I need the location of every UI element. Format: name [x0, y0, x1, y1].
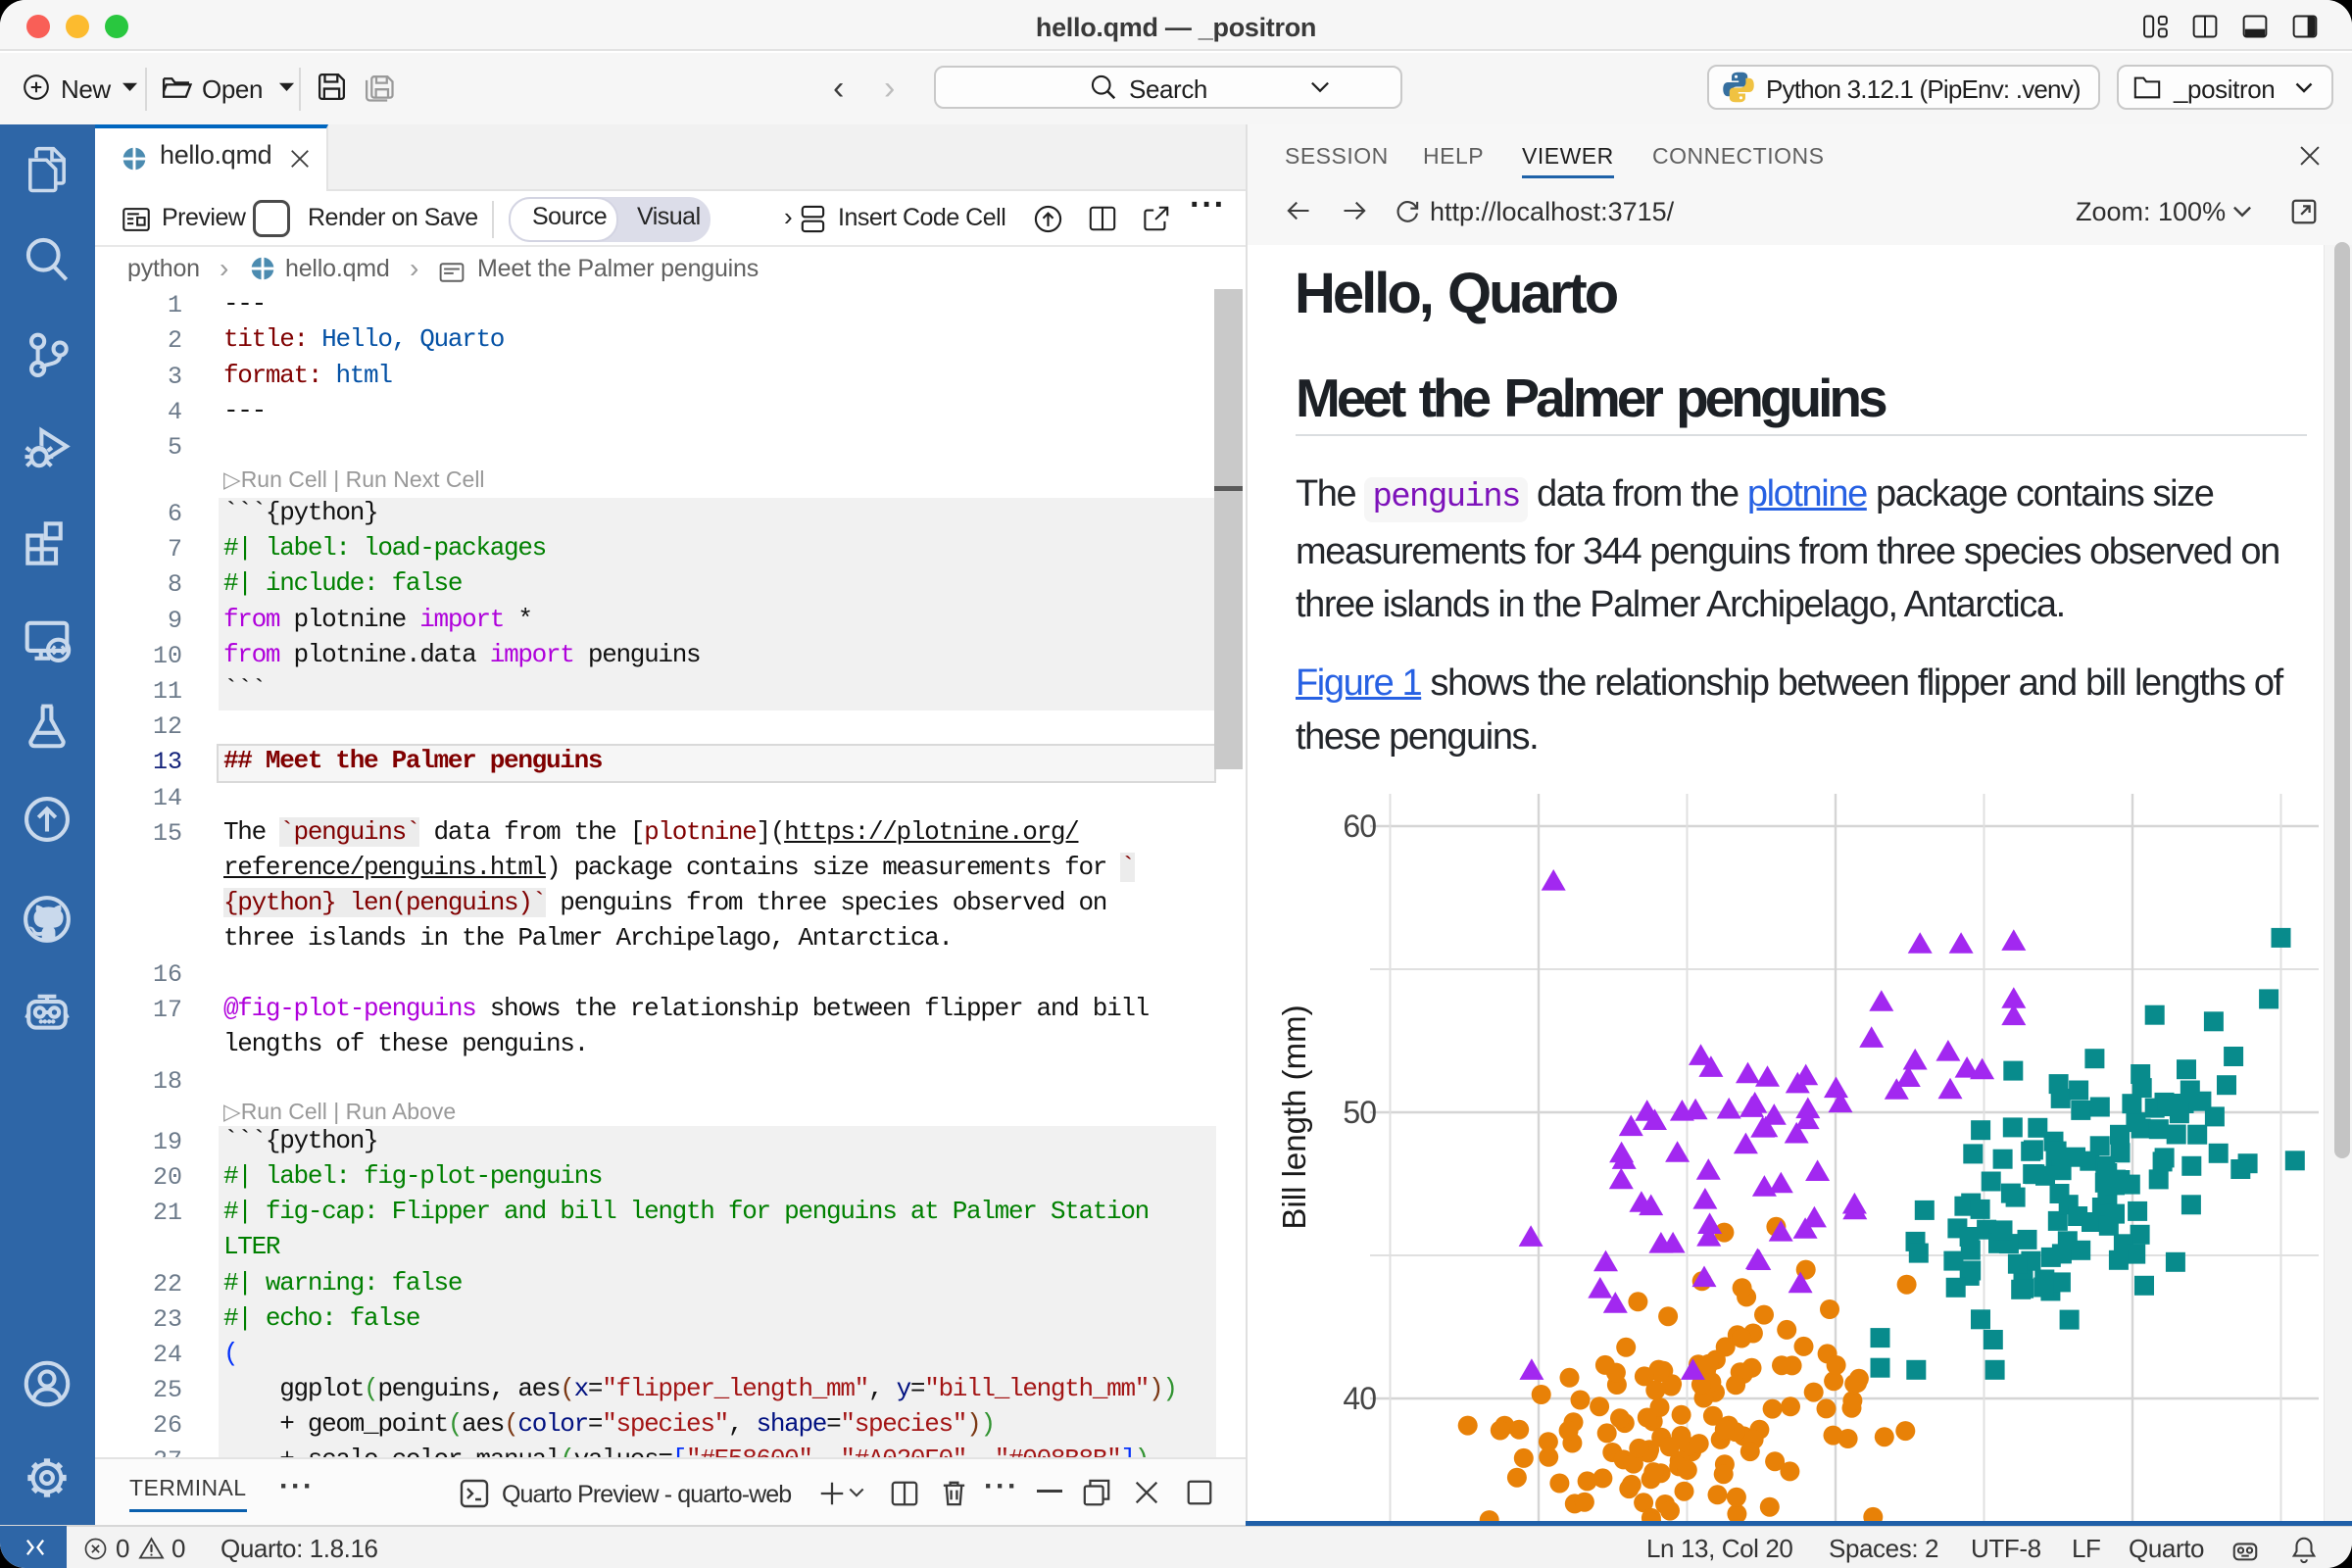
svg-text:40: 40 — [1343, 1381, 1376, 1416]
svg-text:Bill length (mm): Bill length (mm) — [1276, 1004, 1312, 1229]
svg-text:50: 50 — [1343, 1095, 1376, 1130]
svg-text:60: 60 — [1343, 808, 1376, 844]
